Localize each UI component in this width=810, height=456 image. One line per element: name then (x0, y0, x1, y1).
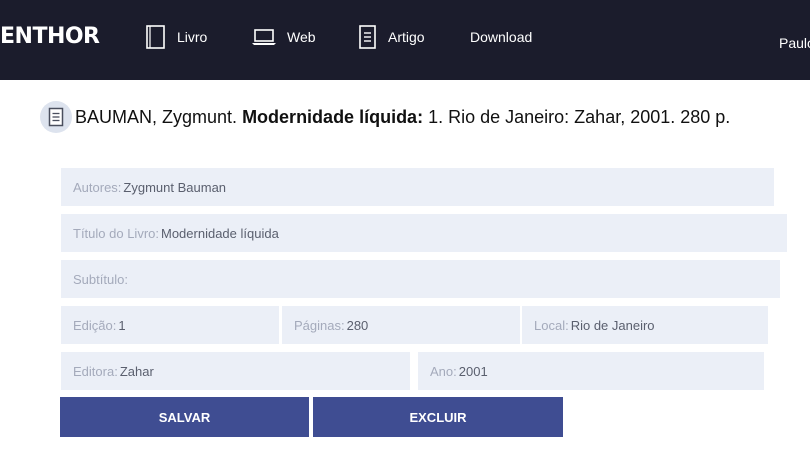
nav-livro-label: Livro (177, 29, 208, 45)
nav-artigo-label: Artigo (388, 29, 425, 45)
local-label: Local: (534, 317, 569, 333)
subtitulo-field[interactable]: Subtítulo: (61, 260, 780, 298)
reference-details: 1. Rio de Janeiro: Zahar, 2001. 280 p. (428, 106, 731, 127)
editora-value: Zahar (119, 363, 154, 379)
nav-download-label: Download (470, 29, 533, 45)
editora-label: Editora: (73, 363, 118, 379)
nav-web-label: Web (287, 29, 316, 45)
nav-web[interactable]: Web (251, 24, 316, 50)
titulo-value: Modernidade líquida (161, 225, 279, 241)
edicao-value: 1 (118, 317, 126, 333)
reference-citation: BAUMAN, Zygmunt. Modernidade líquida: 1.… (40, 100, 730, 134)
titulo-field[interactable]: Título do Livro: Modernidade líquida (61, 214, 787, 252)
book-icon (145, 24, 167, 50)
document-icon (40, 101, 72, 133)
ano-field[interactable]: Ano: 2001 (418, 352, 764, 390)
local-value: Rio de Janeiro (570, 317, 655, 333)
reference-authors: BAUMAN, Zygmunt. (75, 106, 238, 127)
local-field[interactable]: Local: Rio de Janeiro (522, 306, 768, 344)
edicao-label: Edição: (73, 317, 117, 333)
autores-label: Autores: (73, 179, 122, 195)
reference-text: BAUMAN, Zygmunt. Modernidade líquida: 1.… (75, 107, 730, 128)
nav-artigo[interactable]: Artigo (358, 24, 425, 50)
laptop-icon (251, 27, 277, 47)
document-icon (358, 24, 378, 50)
top-navbar: ENTHOR Livro Web Artigo Download Paul (0, 0, 810, 80)
paginas-label: Páginas: (294, 317, 345, 333)
delete-button[interactable]: EXCLUIR (313, 397, 563, 437)
nav-download[interactable]: Download (470, 24, 532, 50)
subtitulo-label: Subtítulo: (73, 271, 128, 287)
editora-field[interactable]: Editora: Zahar (61, 352, 410, 390)
ano-value: 2001 (458, 363, 488, 379)
reference-title: Modernidade líquida: (242, 106, 424, 127)
paginas-field[interactable]: Páginas: 280 (282, 306, 520, 344)
edicao-field[interactable]: Edição: 1 (61, 306, 279, 344)
app-logo[interactable]: ENTHOR (0, 25, 100, 49)
user-menu[interactable]: Paulo (779, 35, 810, 51)
ano-label: Ano: (430, 363, 457, 379)
nav-livro[interactable]: Livro (145, 24, 207, 50)
autores-field[interactable]: Autores: Zygmunt Bauman (61, 168, 774, 206)
titulo-label: Título do Livro: (73, 225, 159, 241)
paginas-value: 280 (346, 317, 369, 333)
save-button[interactable]: SALVAR (60, 397, 309, 437)
autores-value: Zygmunt Bauman (123, 179, 227, 195)
